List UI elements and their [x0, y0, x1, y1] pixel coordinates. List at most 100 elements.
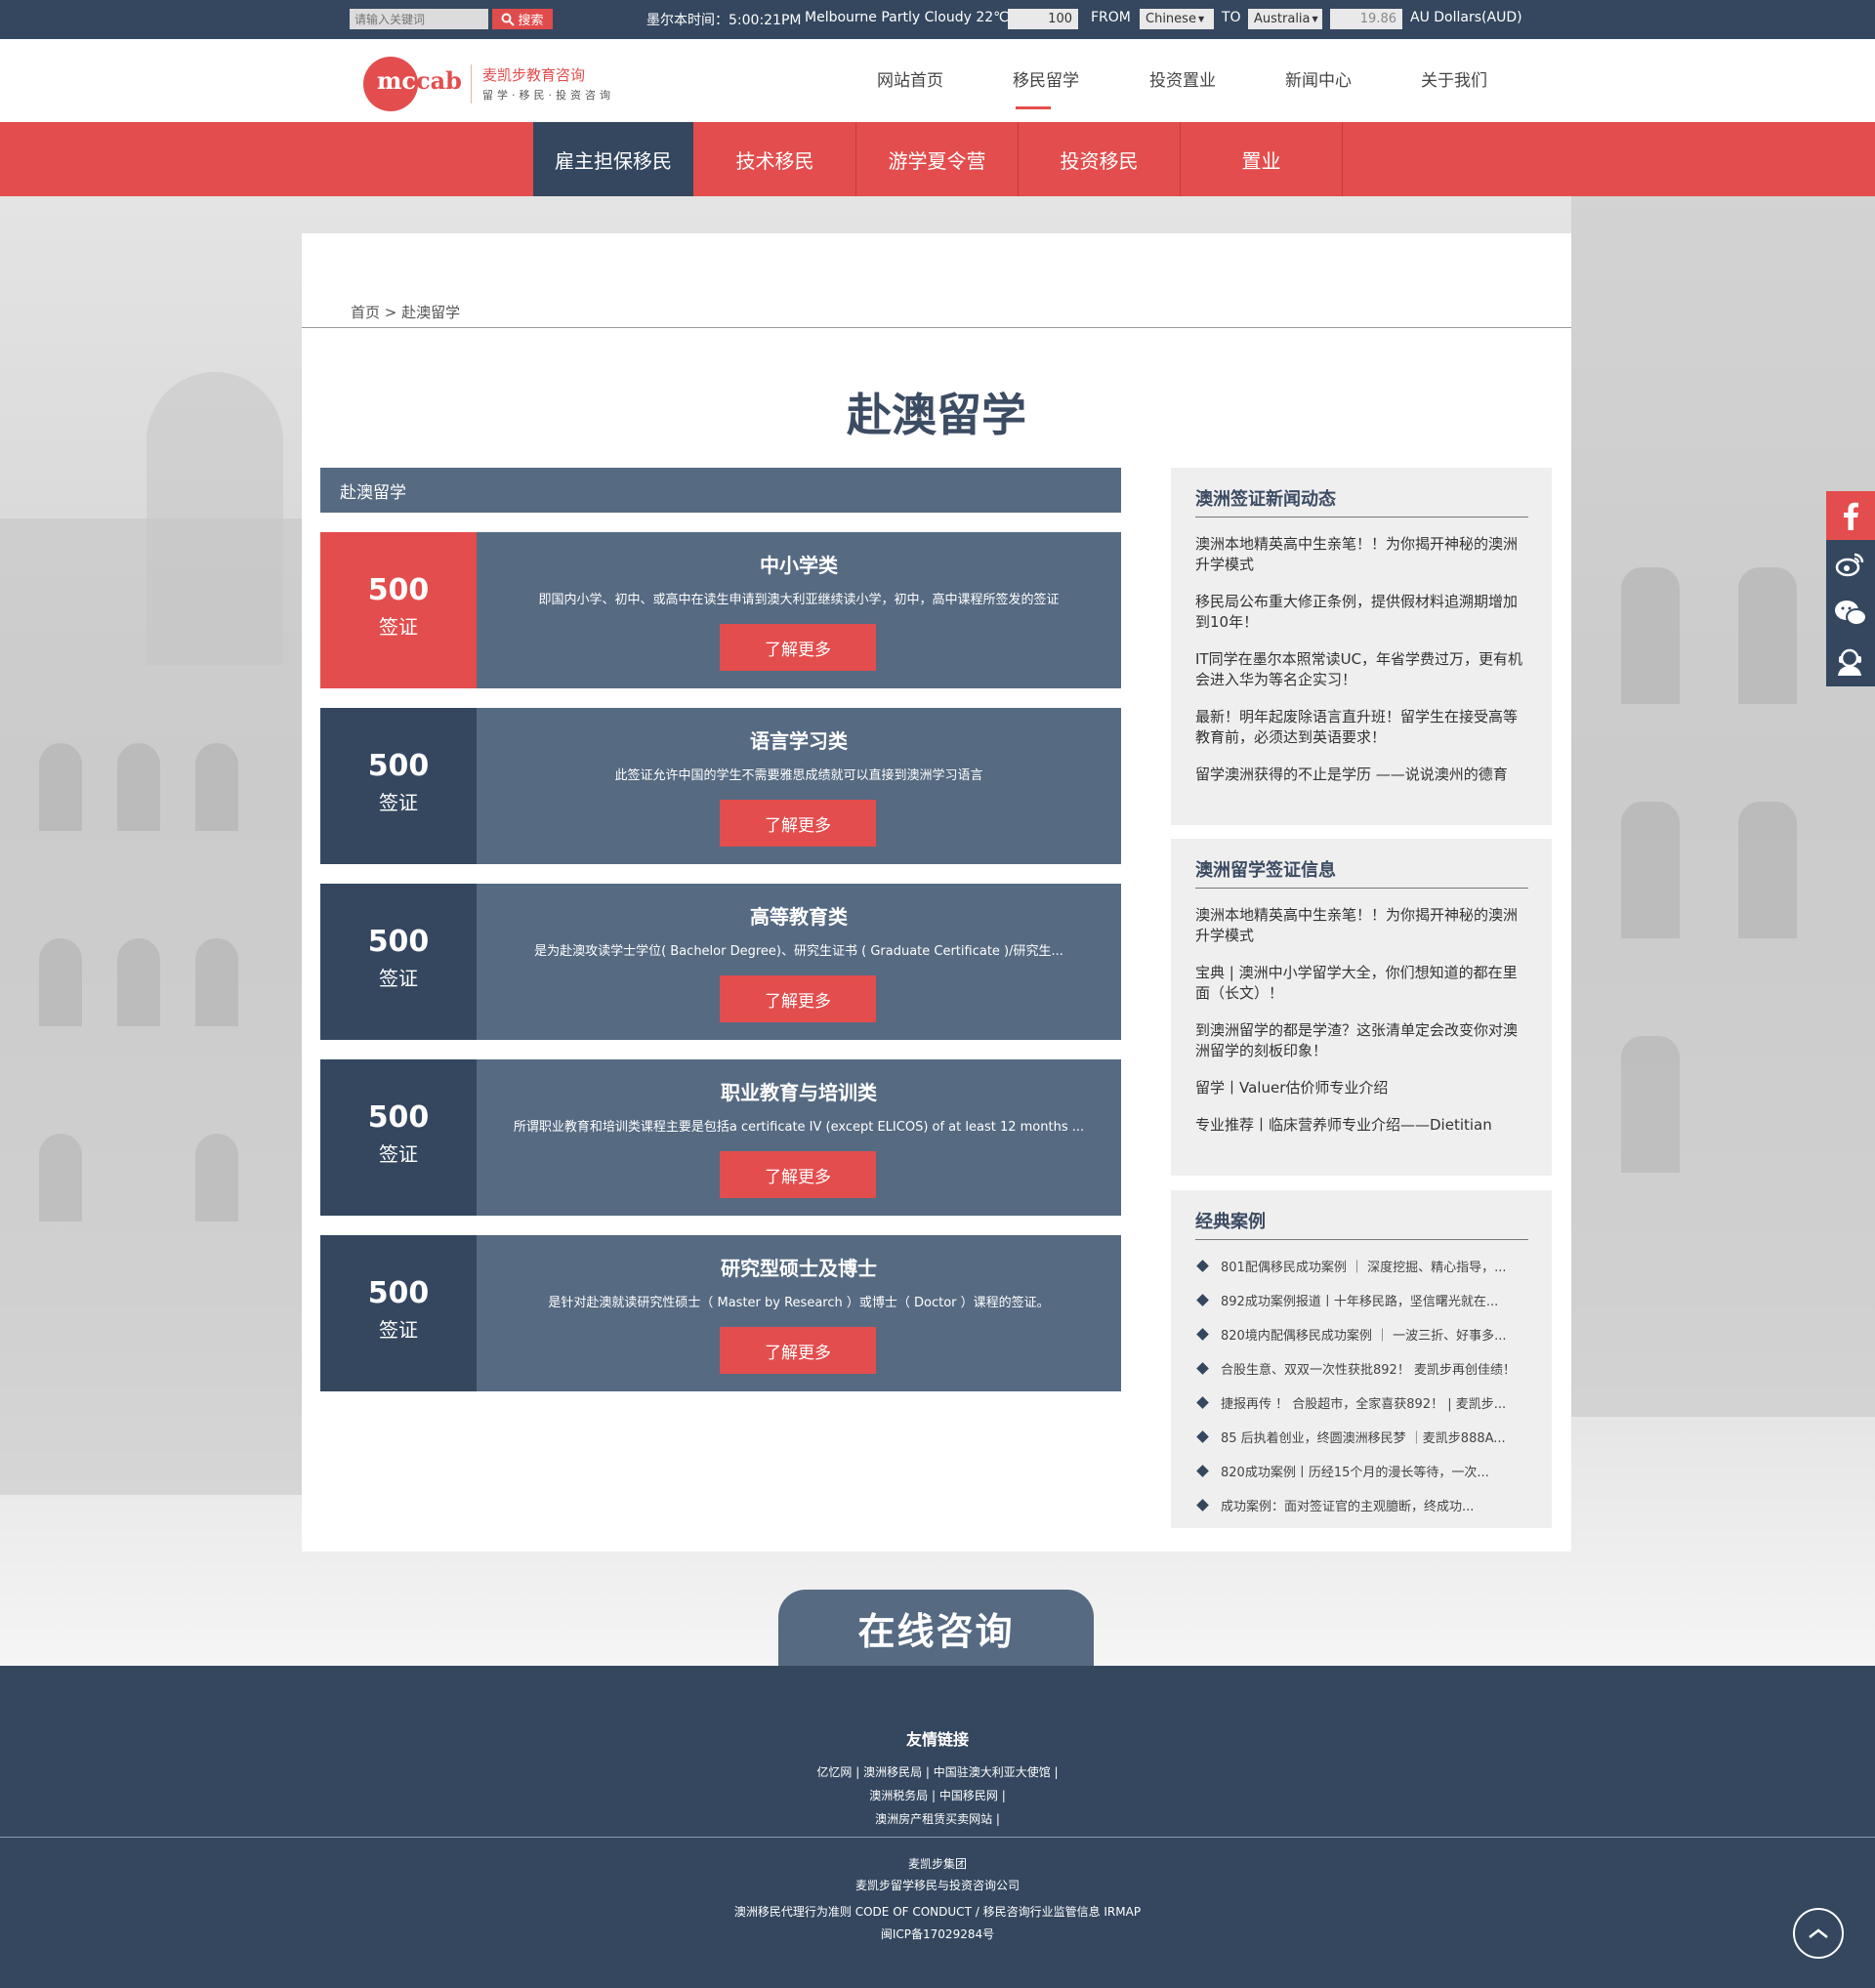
nav-immigration-study[interactable]: 移民留学 [1013, 66, 1079, 91]
top-bar: 搜索 墨尔本时间：5:00:21PM Melbourne Partly Clou… [0, 0, 1875, 39]
card-title: 中小学类 [760, 554, 838, 577]
visa-info-link[interactable]: 宝典 | 澳洲中小学留学大全，你们想知道的都在里面（长文）！ [1195, 963, 1528, 1004]
bullet-icon [1196, 1328, 1209, 1341]
weibo-button[interactable] [1826, 540, 1875, 589]
case-link[interactable]: 合股生意、双双一次性获批892！ 麦凯步再创佳绩！ [1195, 1351, 1528, 1386]
bullet-icon [1196, 1260, 1209, 1272]
subnav-study-tour[interactable]: 游学夏令营 [856, 122, 1018, 196]
sidebar-cases-box: 经典案例 801配偶移民成功案例 ｜ 深度挖掘、精心指导，... 892成功案例… [1171, 1190, 1552, 1528]
search-button[interactable]: 搜索 [492, 9, 553, 29]
conversion-result: 19.86 [1330, 9, 1402, 29]
card-description: 即国内小学、初中、或高中在读生申请到澳大利亚继续读小学，初中，高中课程所签发的签… [538, 593, 1060, 607]
category-header: 赴澳留学 [320, 468, 1121, 513]
friend-links-row[interactable]: 澳洲税务局 | 中国移民网 | [0, 1787, 1875, 1803]
friend-links-row[interactable]: 亿忆网 | 澳洲移民局 | 中国驻澳大利亚大使馆 | [0, 1763, 1875, 1780]
case-link[interactable]: 892成功案例报道丨十年移民路，坚信曙光就在... [1195, 1283, 1528, 1317]
visa-subclass: 500 [367, 749, 430, 783]
nav-news[interactable]: 新闻中心 [1285, 66, 1352, 91]
card-description: 是针对赴澳就读研究性硕士（ Master by Research ）或博士（ D… [548, 1296, 1050, 1310]
subnav-employer-sponsored[interactable]: 雇主担保移民 [533, 122, 693, 196]
company-group: 麦凯步集团 [907, 1857, 967, 1871]
case-link[interactable]: 捷报再传 ！ 合股超市，全家喜获892！ | 麦凯步... [1195, 1386, 1528, 1420]
case-link[interactable]: 成功案例：面对签证官的主观臆断，终成功... [1195, 1488, 1528, 1522]
divider [0, 1837, 1875, 1838]
to-label: TO [1222, 10, 1241, 25]
nav-active-indicator [1016, 106, 1051, 109]
page-title: 赴澳留学 [847, 389, 1026, 441]
breadcrumb-home[interactable]: 首页 [351, 304, 380, 321]
amount-value: 100 [1048, 12, 1072, 26]
to-currency-select[interactable]: Australia ▼ [1248, 9, 1322, 29]
to-currency-value: Australia [1254, 12, 1311, 26]
card-description: 此签证允许中国的学生不需要雅思成绩就可以直接到澳洲学习语言 [614, 768, 983, 783]
visa-number-box: 500 签证 [320, 708, 477, 864]
subnav-investment[interactable]: 投资移民 [1019, 122, 1180, 196]
nav-about[interactable]: 关于我们 [1421, 66, 1487, 91]
friend-links-title: 友情链接 [905, 1730, 969, 1749]
learn-more-button[interactable]: 了解更多 [720, 800, 876, 847]
icp-number: 闽ICP备17029284号 [880, 1927, 995, 1941]
code-of-conduct-link[interactable]: 澳洲移民代理行为准则 CODE OF CONDUCT / 移民咨询行业监管信息 … [0, 1903, 1875, 1920]
news-link[interactable]: 最新！明年起废除语言直升班！留学生在接受高等教育前，必须达到英语要求！ [1195, 707, 1528, 748]
search-input[interactable] [350, 9, 488, 29]
visa-info-link[interactable]: 到澳洲留学的都是学渣？这张清单定会改变你对澳洲留学的刻板印象！ [1195, 1020, 1528, 1061]
dropdown-arrow-icon: ▼ [1197, 15, 1205, 23]
case-link[interactable]: 820成功案例丨历经15个月的漫长等待，一次... [1195, 1454, 1528, 1488]
learn-more-button[interactable]: 了解更多 [720, 1327, 876, 1374]
case-link[interactable]: 801配偶移民成功案例 ｜ 深度挖掘、精心指导，... [1195, 1249, 1528, 1283]
wechat-icon [1835, 601, 1867, 626]
visa-info-link[interactable]: 留学丨Valuer估价师专业介绍 [1195, 1078, 1528, 1098]
learn-more-button[interactable]: 了解更多 [720, 624, 876, 671]
visa-label: 签证 [379, 791, 418, 814]
amount-input[interactable]: 100 [1008, 9, 1078, 29]
sidebar-news-box: 澳洲签证新闻动态 澳洲本地精英高中生亲笔！！为你揭开神秘的澳洲升学模式 移民局公… [1171, 468, 1552, 825]
online-consult-button[interactable]: 在线咨询 [778, 1590, 1094, 1666]
brand-name: 麦凯步教育咨询 [482, 66, 586, 84]
sidebar-news-title: 澳洲签证新闻动态 [1195, 485, 1528, 518]
subnav-property[interactable]: 置业 [1181, 122, 1342, 196]
card-title: 语言学习类 [750, 729, 848, 753]
sidebar-visa-title: 澳洲留学签证信息 [1195, 856, 1528, 889]
visa-label: 签证 [379, 1142, 418, 1166]
dropdown-arrow-icon: ▼ [1312, 15, 1318, 23]
from-currency-select[interactable]: Chinese ▼ [1140, 9, 1214, 29]
subnav-skilled[interactable]: 技术移民 [694, 122, 855, 196]
case-link[interactable]: 85 后执着创业，终圆澳洲移民梦 ｜麦凯步888A... [1195, 1420, 1528, 1454]
sidebar-cases-title: 经典案例 [1195, 1208, 1528, 1240]
news-link[interactable]: IT同学在墨尔本照常读UC，年省学费过万，更有机会进入华为等名企实习！ [1195, 649, 1528, 690]
visa-info-link[interactable]: 澳洲本地精英高中生亲笔！！为你揭开神秘的澳洲升学模式 [1195, 905, 1528, 946]
brand-tagline: 留学·移民·投资咨询 [482, 89, 614, 102]
card-title: 职业教育与培训类 [721, 1081, 877, 1104]
friend-links-row[interactable]: 澳洲房产租赁买卖网站 | [0, 1810, 1875, 1827]
news-link[interactable]: 澳洲本地精英高中生亲笔！！为你揭开神秘的澳洲升学模式 [1195, 534, 1528, 575]
logo-wordmark: mccab [377, 66, 462, 95]
nav-investment[interactable]: 投资置业 [1149, 66, 1216, 91]
learn-more-button[interactable]: 了解更多 [720, 1151, 876, 1198]
visa-info-link[interactable]: 专业推荐丨临床营养师专业介绍——Dietitian [1195, 1115, 1528, 1136]
visa-number-box: 500 签证 [320, 1235, 477, 1391]
bullet-icon [1196, 1362, 1209, 1375]
news-link[interactable]: 留学澳洲获得的不止是学历 ——说说澳州的德育 [1195, 765, 1528, 785]
visa-label: 签证 [379, 615, 418, 639]
customer-service-button[interactable] [1826, 638, 1875, 686]
wechat-button[interactable] [1826, 589, 1875, 638]
divider [1342, 122, 1343, 196]
visa-subclass: 500 [367, 1276, 430, 1310]
case-link[interactable]: 820境内配偶移民成功案例 ｜ 一波三折、好事多... [1195, 1317, 1528, 1351]
card-description: 所谓职业教育和培训类课程主要是包括a certificate IV (excep… [513, 1120, 1085, 1135]
visa-subclass: 500 [367, 1100, 430, 1135]
weather-text: Melbourne Partly Cloudy 22℃ [805, 10, 1009, 25]
facebook-button[interactable] [1826, 491, 1875, 540]
visa-card: 500 签证 高等教育类 是为赴澳攻读学士学位( Bachelor Degree… [320, 884, 1121, 1040]
back-to-top-button[interactable] [1793, 1908, 1844, 1959]
company-name: 麦凯步留学移民与投资咨询公司 [854, 1879, 1020, 1892]
visa-label: 签证 [379, 1318, 418, 1342]
customer-service-icon [1838, 648, 1861, 676]
visa-card: 500 签证 语言学习类 此签证允许中国的学生不需要雅思成绩就可以直接到澳洲学习… [320, 708, 1121, 864]
news-link[interactable]: 移民局公布重大修正条例，提供假材料追溯期增加到10年！ [1195, 592, 1528, 633]
nav-home[interactable]: 网站首页 [877, 66, 943, 91]
learn-more-button[interactable]: 了解更多 [720, 975, 876, 1022]
bullet-icon [1196, 1499, 1209, 1512]
result-unit: AU Dollars(AUD) [1410, 10, 1522, 25]
breadcrumb-current: 赴澳留学 [401, 304, 461, 321]
